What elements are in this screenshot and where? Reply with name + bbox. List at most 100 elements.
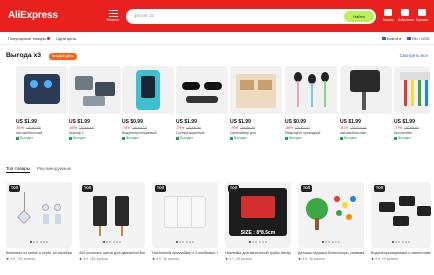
product-title[interactable]: Настенный органайзер с 3 ячейками, самок… xyxy=(152,251,218,255)
deal-image[interactable] xyxy=(340,66,392,114)
tab-recommended[interactable]: Рекомендуемые xyxy=(37,166,71,171)
carousel-dot[interactable] xyxy=(334,241,337,243)
carousel-dot[interactable] xyxy=(115,241,118,243)
cart-button[interactable]: Корзина xyxy=(415,9,429,22)
product-card[interactable]: ТОП Комплект из колье и серёг, из серебра… xyxy=(6,182,72,261)
carousel-dot[interactable] xyxy=(42,241,45,243)
carousel-dot[interactable] xyxy=(407,241,410,243)
carousel-dot[interactable] xyxy=(182,241,185,243)
product-rating: 4.5 xyxy=(10,256,15,261)
carousel-dot[interactable] xyxy=(331,241,334,243)
deal-card[interactable]: US $1.99 -81% US $10.47 Автомобильные Выгодн… xyxy=(340,66,392,140)
deal-strike-price: US $3.99 xyxy=(26,126,41,130)
carousel-dot[interactable] xyxy=(106,241,109,243)
deal-image[interactable] xyxy=(122,66,174,114)
carousel-dot[interactable] xyxy=(39,241,42,243)
product-image[interactable]: ТОП xyxy=(79,182,145,248)
deal-image[interactable] xyxy=(176,66,228,114)
product-title[interactable]: Водонепроницаемый и пылестойкий USB-разъ… xyxy=(371,251,431,255)
product-title[interactable]: 400 угольных щеток для двигателя Bosch .… xyxy=(79,251,145,255)
carousel-dot[interactable] xyxy=(185,241,188,243)
carousel-dot[interactable] xyxy=(103,241,106,243)
product-card[interactable]: ТОП Водонепроницаемый и пылестойкий USB-р… xyxy=(371,182,431,261)
search-input[interactable]: iphone 15 Найти xyxy=(126,9,376,24)
carousel-dot[interactable] xyxy=(112,241,115,243)
search-button[interactable]: Найти xyxy=(344,11,374,22)
image-carousel-dots xyxy=(298,239,364,245)
top-badge: ТОП xyxy=(155,185,167,192)
product-card[interactable]: ТОП 400 угольных щеток для двигателя Bosc… xyxy=(79,182,145,261)
carousel-dot[interactable] xyxy=(337,241,340,243)
deal-card[interactable]: US $1.99 -79% US $9.48 Солнцезащитные Выгодн… xyxy=(176,66,228,140)
check-icon xyxy=(69,136,72,140)
deal-image[interactable] xyxy=(230,66,282,114)
deal-old-price: -79% US $9.48 xyxy=(176,126,228,130)
carousel-dot[interactable] xyxy=(36,241,39,243)
deals-see-all-link[interactable]: Смотреть все xyxy=(400,53,428,58)
carousel-dot[interactable] xyxy=(404,241,407,243)
subnav-one-price[interactable]: Одна цена xyxy=(54,35,78,42)
deal-card[interactable]: US $1.99 -50% US $3.99 Автомобильный Выгодно xyxy=(16,66,68,140)
carousel-dot[interactable] xyxy=(249,241,252,243)
deal-card[interactable]: US $0.99 -76% US $4.15 Водонепроницаемый Выг… xyxy=(122,66,174,140)
carousel-dot[interactable] xyxy=(109,241,112,243)
tab-top-products[interactable]: Топ-товары xyxy=(6,166,30,173)
favorites-button[interactable]: Избранное xyxy=(398,9,415,22)
carousel-dot[interactable] xyxy=(179,241,182,243)
deal-image[interactable] xyxy=(285,66,337,114)
locale-selector[interactable]: RU / USD xyxy=(405,35,432,42)
deals-badge: Каждый день xyxy=(49,53,77,60)
product-image[interactable]: ТОП xyxy=(298,182,364,248)
carousel-dot[interactable] xyxy=(45,241,48,243)
product-image[interactable]: SIZE : 8*8.5cm ТОП xyxy=(225,182,291,248)
deal-image[interactable] xyxy=(16,66,68,114)
subnav-popular[interactable]: Популярные товары xyxy=(6,35,52,42)
favorites-label: Избранное xyxy=(398,17,415,22)
carousel-dot[interactable] xyxy=(261,241,264,243)
orders-button[interactable]: Заказы xyxy=(381,9,395,22)
carousel-dot[interactable] xyxy=(264,241,267,243)
product-title[interactable]: Комплект из колье и серёг, из серебра 92… xyxy=(6,251,72,255)
deal-tag: Выгодно xyxy=(122,136,174,140)
carousel-dot[interactable] xyxy=(252,241,255,243)
carousel-dot[interactable] xyxy=(398,241,401,243)
deal-card[interactable]: US $1.99 -77% US $8.65 Кронштейн Выгодно xyxy=(394,66,430,140)
product-card[interactable]: ТОП Детская игрушка Монтессори, развивающ… xyxy=(298,182,364,261)
carousel-dot[interactable] xyxy=(30,241,33,243)
carousel-dot[interactable] xyxy=(33,241,36,243)
product-title[interactable]: Детская игрушка Монтессори, развивающие … xyxy=(298,251,364,255)
product-title[interactable]: Наклейка для выхлопной трубы Akrapovic, … xyxy=(225,251,291,255)
carousel-dot[interactable] xyxy=(322,241,325,243)
deal-name: Шариф 1 xyxy=(69,131,84,135)
deal-old-price: -65% US $5.69 xyxy=(69,126,121,130)
carousel-dot[interactable] xyxy=(191,241,194,243)
carousel-dot[interactable] xyxy=(325,241,328,243)
product-image[interactable]: ТОП xyxy=(6,182,72,248)
carousel-dot[interactable] xyxy=(188,241,191,243)
carousel-dot[interactable] xyxy=(255,241,258,243)
catalog-button[interactable]: Каталог xyxy=(104,7,122,25)
deal-tag-label: Выгодно xyxy=(180,136,194,140)
product-image[interactable]: ТОП xyxy=(371,182,431,248)
product-meta: ★ 4.5 731 купили xyxy=(6,257,72,261)
carousel-dot[interactable] xyxy=(118,241,121,243)
aliexpress-logo[interactable]: AliExpress xyxy=(8,10,58,21)
check-icon xyxy=(394,136,397,140)
deal-image[interactable] xyxy=(69,66,121,114)
deal-name: Водонепроницаемый xyxy=(122,131,157,135)
deal-image[interactable] xyxy=(394,66,430,114)
carousel-dot[interactable] xyxy=(328,241,331,243)
carousel-dot[interactable] xyxy=(395,241,398,243)
deal-card[interactable]: US $0.99 -86% US $7.07 Микрофон проводной Вы… xyxy=(285,66,337,140)
carousel-dot[interactable] xyxy=(401,241,404,243)
carousel-dot[interactable] xyxy=(176,241,179,243)
login-link[interactable]: Войти в xyxy=(380,35,403,42)
deal-card[interactable]: US $1.99 -79% US $9.48 Органайзер для Выгодн… xyxy=(230,66,282,140)
product-card[interactable]: SIZE : 8*8.5cm ТОП Наклейка для выхлопной … xyxy=(225,182,291,261)
carousel-dot[interactable] xyxy=(258,241,261,243)
deal-card[interactable]: US $1.99 -65% US $5.69 Шариф 1 Выгодно xyxy=(69,66,121,140)
deal-strike-price: US $7.07 xyxy=(295,126,310,130)
product-card[interactable]: ТОП Настенный органайзер с 3 ячейками, са… xyxy=(152,182,218,261)
product-image[interactable]: ТОП xyxy=(152,182,218,248)
carousel-dot[interactable] xyxy=(392,241,395,243)
